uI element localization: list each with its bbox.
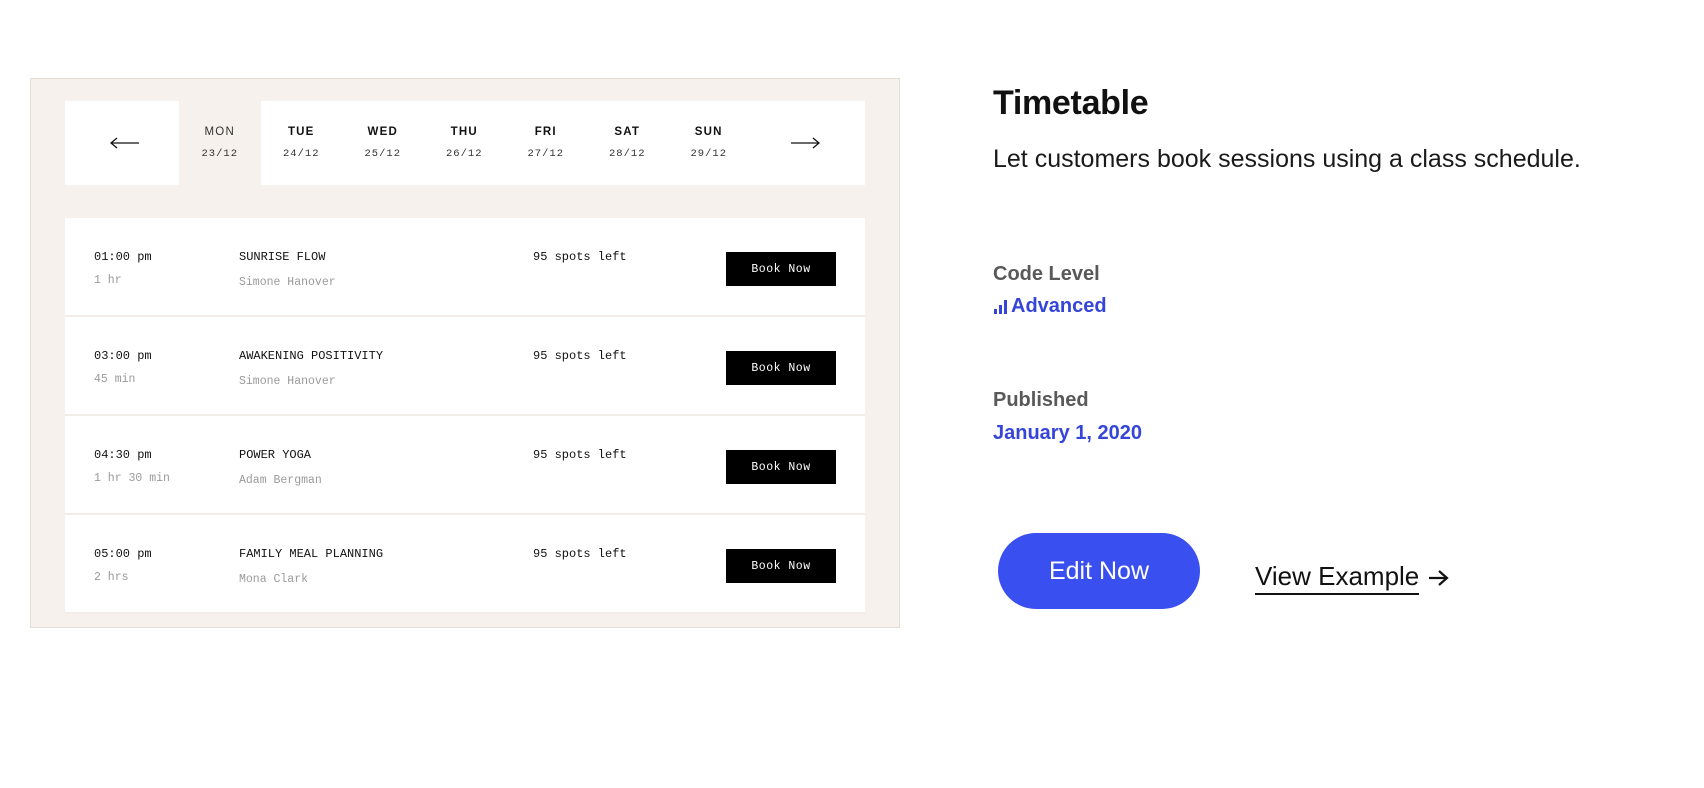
page-title: Timetable	[993, 84, 1149, 122]
page-subtitle: Let customers book sessions using a clas…	[993, 145, 1581, 173]
view-example-label: View Example	[1255, 561, 1420, 595]
arrow-right-icon	[1429, 570, 1449, 586]
book-now-button[interactable]: Book Now	[726, 549, 836, 583]
session-duration: 1 hr	[94, 274, 122, 287]
session-duration: 2 hrs	[94, 571, 129, 584]
code-level-value: Advanced	[993, 295, 1107, 318]
session-time: 04:30 pm	[94, 448, 152, 462]
session-title: POWER YOGA	[239, 448, 312, 462]
published-label: Published	[993, 389, 1089, 411]
session-list: 01:00 pm 1 hr SUNRISE FLOW Simone Hanover 95…	[65, 218, 865, 614]
day-date: 28/12	[608, 148, 646, 160]
day-tab[interactable]: SUN 29/12	[668, 101, 750, 185]
edit-now-button[interactable]: Edit Now	[998, 533, 1200, 609]
session-row: 05:00 pm 2 hrs FAMILY MEAL PLANNING Mona Cl…	[65, 515, 865, 614]
code-level-label: Code Level	[993, 263, 1100, 285]
session-row: 01:00 pm 1 hr SUNRISE FLOW Simone Hanover 95…	[65, 218, 865, 317]
day-tab[interactable]: WED 25/12	[342, 101, 424, 185]
day-date: 27/12	[527, 148, 564, 160]
day-name: FRI	[534, 126, 557, 138]
signal-bars-icon	[994, 299, 1007, 314]
day-name: MON	[204, 126, 235, 138]
day-name: SAT	[614, 126, 641, 138]
day-date: 25/12	[364, 148, 401, 160]
session-row: 03:00 pm 45 min AWAKENING POSITIVITY Simone…	[65, 317, 865, 416]
session-spots: 95 spots left	[533, 448, 627, 462]
session-instructor: Adam Bergman	[239, 474, 322, 487]
day-selector: MON 23/12 TUE 24/12 WED 25/12 THU 26/12 FRI 27/12…	[65, 101, 865, 185]
day-tab[interactable]: TUE 24/12	[261, 101, 343, 185]
day-tabs: MON 23/12 TUE 24/12 WED 25/12 THU 26/12 FRI 27/12…	[179, 101, 750, 185]
session-instructor: Simone Hanover	[239, 375, 336, 388]
arrow-right-icon	[791, 137, 820, 149]
session-instructor: Mona Clark	[239, 573, 309, 586]
session-spots: 95 spots left	[533, 349, 627, 363]
session-spots: 95 spots left	[533, 547, 627, 561]
day-name: SUN	[694, 126, 723, 138]
day-date: 29/12	[690, 148, 727, 160]
day-name: THU	[450, 126, 478, 138]
session-time: 01:00 pm	[94, 250, 152, 264]
session-duration: 45 min	[94, 373, 136, 386]
book-now-button[interactable]: Book Now	[726, 351, 836, 385]
day-date: 23/12	[201, 148, 238, 160]
view-example-link[interactable]: View Example	[1255, 561, 1449, 595]
session-time: 03:00 pm	[94, 349, 152, 363]
next-week-button[interactable]	[775, 101, 835, 185]
day-tab[interactable]: FRI 27/12	[505, 101, 587, 185]
day-tab[interactable]: SAT 28/12	[587, 101, 669, 185]
session-time: 05:00 pm	[94, 547, 152, 561]
code-level-text: Advanced	[1011, 295, 1107, 317]
session-title: FAMILY MEAL PLANNING	[239, 547, 384, 561]
session-row: 04:30 pm 1 hr 30 min POWER YOGA Adam Bergma…	[65, 416, 865, 515]
timetable-preview: MON 23/12 TUE 24/12 WED 25/12 THU 26/12 FRI 27/12…	[30, 78, 900, 628]
day-tab[interactable]: MON 23/12	[179, 101, 261, 185]
session-duration: 1 hr 30 min	[94, 472, 170, 485]
day-date: 24/12	[282, 148, 320, 160]
day-date: 26/12	[445, 148, 483, 160]
session-title: SUNRISE FLOW	[239, 250, 326, 264]
published-date: January 1, 2020	[993, 422, 1142, 444]
prev-week-button[interactable]	[95, 101, 155, 185]
day-tab[interactable]: THU 26/12	[424, 101, 506, 185]
book-now-button[interactable]: Book Now	[726, 252, 836, 286]
session-title: AWAKENING POSITIVITY	[239, 349, 384, 363]
book-now-button[interactable]: Book Now	[726, 450, 836, 484]
session-spots: 95 spots left	[533, 250, 627, 264]
day-name: TUE	[287, 126, 315, 138]
day-name: WED	[367, 126, 398, 138]
arrow-left-icon	[110, 137, 139, 149]
session-instructor: Simone Hanover	[239, 276, 336, 289]
